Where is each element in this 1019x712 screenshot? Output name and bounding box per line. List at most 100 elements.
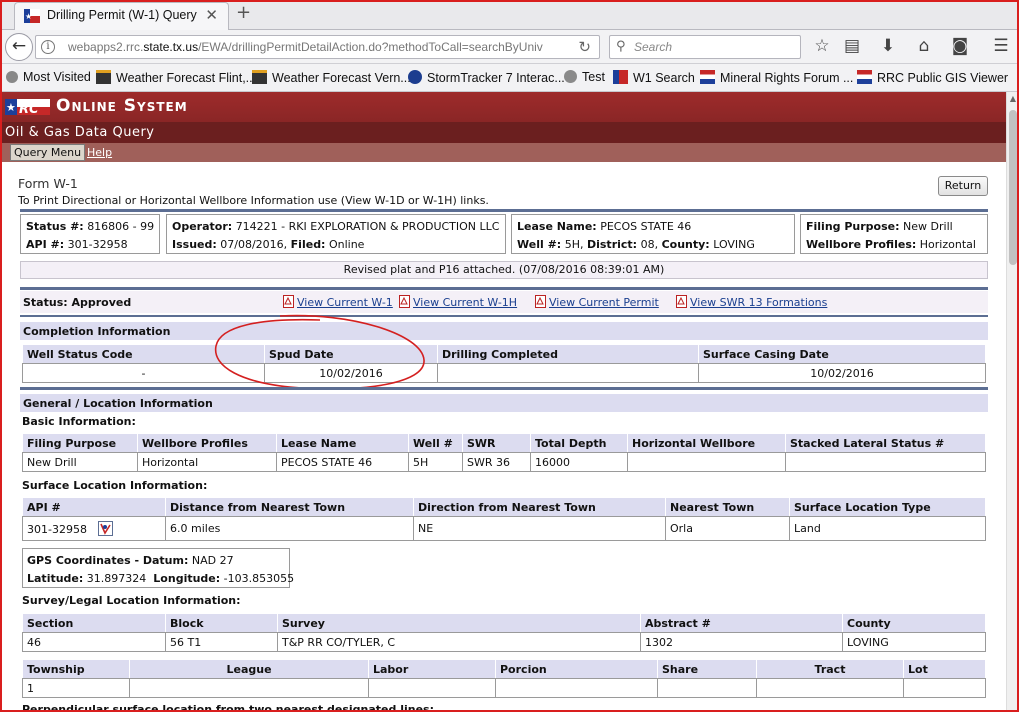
info-icon[interactable]: i <box>41 40 55 54</box>
bookmarks-bar: Most Visited Weather Forecast Flint,... … <box>0 64 1019 92</box>
bookmark-weather-flint[interactable]: Weather Forecast Flint,... <box>96 70 256 85</box>
hamburger-menu-icon[interactable]: ☰ <box>990 36 1012 56</box>
search-box[interactable]: ⚲ Search <box>609 35 801 59</box>
view-current-permit-link[interactable]: View Current Permit <box>535 295 659 309</box>
bookmark-test[interactable]: Test <box>564 70 605 84</box>
surface-casing-date-cell: 10/02/2016 <box>698 363 986 383</box>
survey-table: Section Block Survey Abstract # County 4… <box>22 613 986 652</box>
bookmark-w1-search[interactable]: W1 Search <box>613 70 695 85</box>
township-table: Township League Labor Porcion Share Trac… <box>22 659 986 698</box>
section-title: General / Location Information <box>23 397 213 410</box>
general-section-header: General / Location Information <box>20 394 988 412</box>
table-cell <box>756 678 904 698</box>
table-row: 301-32958 6.0 miles NE Orla Land <box>22 516 986 541</box>
bookmark-label: Most Visited <box>23 70 91 84</box>
table-cell: 1302 <box>640 632 843 652</box>
column-header: County <box>842 613 986 633</box>
window-controls <box>922 0 1013 21</box>
page-content: ★ RC Online System Oil & Gas Data Query … <box>0 92 1006 712</box>
column-header: Horizontal Wellbore <box>627 433 786 453</box>
table-cell: Horizontal <box>137 452 277 472</box>
column-header: Township <box>22 659 130 679</box>
home-icon[interactable]: ⌂ <box>913 36 935 56</box>
divider <box>20 287 988 290</box>
new-tab-icon[interactable]: + <box>236 2 251 23</box>
table-row: - 10/02/2016 10/02/2016 <box>22 363 986 383</box>
gis-map-icon[interactable] <box>98 521 114 536</box>
table-cell: NE <box>413 516 666 541</box>
county-value: LOVING <box>713 238 755 251</box>
scroll-thumb[interactable] <box>1009 110 1017 265</box>
column-header: API # <box>22 497 166 517</box>
column-header: Labor <box>368 659 496 679</box>
pocket-icon[interactable]: ◙ <box>949 36 971 56</box>
issued-value: 07/08/2016 <box>220 238 284 251</box>
form-title: Form W-1 <box>18 176 78 191</box>
view-swr13-link[interactable]: View SWR 13 Formations <box>676 295 827 309</box>
bookmark-most-visited[interactable]: Most Visited <box>6 70 91 84</box>
table-cell <box>129 678 369 698</box>
column-header: Tract <box>756 659 904 679</box>
divider <box>20 387 988 390</box>
bookmark-weather-vern[interactable]: Weather Forecast Vern... <box>252 70 411 85</box>
bookmark-stormtracker[interactable]: StormTracker 7 Interac... <box>408 70 565 85</box>
close-window-icon[interactable] <box>985 0 1013 18</box>
svg-text:RC: RC <box>19 102 39 117</box>
flag-icon <box>700 70 715 84</box>
column-header: Porcion <box>495 659 658 679</box>
subtitle-bar: Oil & Gas Data Query <box>0 122 1006 143</box>
page-scrollbar[interactable]: ▲ <box>1006 92 1019 712</box>
completion-section-header: Completion Information <box>20 322 988 340</box>
link-label: View Current Permit <box>549 296 659 309</box>
table-cell <box>785 452 986 472</box>
table-row: 1 <box>22 678 986 698</box>
filed-label: Filed: <box>290 238 326 251</box>
status-value: Approved <box>71 296 132 309</box>
table-header-row: Well Status Code Spud Date Drilling Comp… <box>22 344 986 364</box>
return-button[interactable]: Return <box>938 176 988 196</box>
reading-list-icon[interactable]: ▤ <box>841 36 863 56</box>
view-current-w1-link[interactable]: View Current W-1 <box>283 295 393 309</box>
column-header: SWR <box>462 433 531 453</box>
column-header: Surface Location Type <box>789 497 986 517</box>
column-header: Total Depth <box>530 433 628 453</box>
column-header: Lease Name <box>276 433 409 453</box>
download-icon[interactable]: ⬇ <box>877 36 899 56</box>
column-header: Spud Date <box>264 344 438 364</box>
column-header: Stacked Lateral Status # <box>785 433 986 453</box>
pdf-icon <box>676 295 687 308</box>
column-header: Survey <box>277 613 641 633</box>
api-number-value: 301-32958 <box>67 238 128 251</box>
url-domain: state.tx.us <box>143 40 199 54</box>
issued-label: Issued: <box>172 238 217 251</box>
url-text[interactable]: webapps2.rrc.state.tx.us/EWA/drillingPer… <box>68 40 568 54</box>
search-input[interactable]: Search <box>634 40 672 54</box>
district-label: District: <box>586 238 638 251</box>
maximize-icon[interactable] <box>954 0 982 18</box>
scroll-up-icon[interactable]: ▲ <box>1007 92 1019 106</box>
table-cell: 16000 <box>530 452 628 472</box>
address-bar[interactable]: i webapps2.rrc.state.tx.us/EWA/drillingP… <box>35 35 600 59</box>
reload-icon[interactable]: ↻ <box>578 38 591 56</box>
tab-close-icon[interactable]: ✕ <box>205 6 218 24</box>
api-number-label: API #: <box>26 238 65 251</box>
section-title: Completion Information <box>23 325 171 338</box>
bookmark-star-icon[interactable]: ☆ <box>811 36 833 56</box>
browser-tab[interactable]: ★ Drilling Permit (W-1) Query ✕ <box>14 2 229 30</box>
help-link[interactable]: Help <box>87 146 112 159</box>
minimize-icon[interactable] <box>922 0 950 18</box>
drilling-completed-cell <box>437 363 699 383</box>
search-icon: ⚲ <box>616 39 626 54</box>
view-current-w1h-link[interactable]: View Current W-1H <box>399 295 517 309</box>
bookmark-mineral-rights[interactable]: Mineral Rights Forum ... <box>700 70 853 85</box>
table-cell: 5H <box>408 452 463 472</box>
rrc-banner: ★ RC Online System <box>0 92 1006 122</box>
query-menu-button[interactable]: Query Menu <box>10 144 86 161</box>
weather-icon <box>252 70 267 84</box>
back-button[interactable]: ← <box>5 33 33 61</box>
column-header: Lot <box>903 659 986 679</box>
bookmark-label: W1 Search <box>633 71 695 85</box>
bookmark-rrc-gis[interactable]: RRC Public GIS Viewer <box>857 70 1008 85</box>
status-approved: Status: Approved <box>23 296 131 309</box>
bookmark-label: Test <box>582 70 605 84</box>
